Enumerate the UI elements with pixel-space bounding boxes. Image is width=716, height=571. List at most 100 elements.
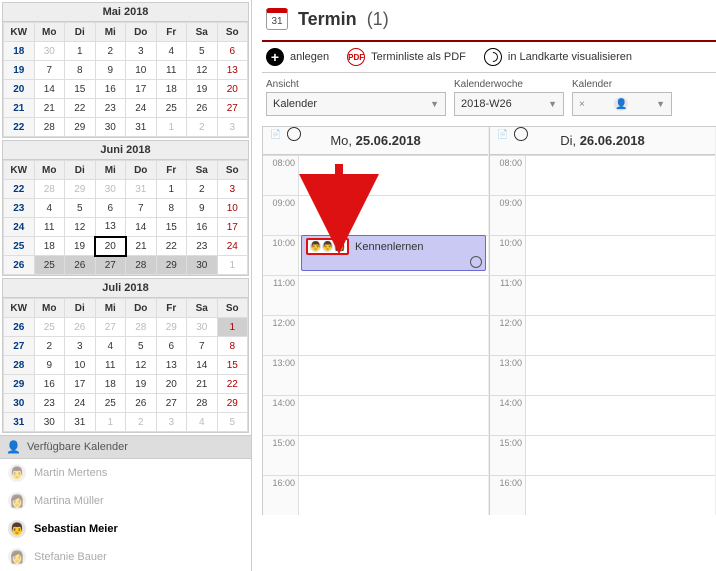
day-cell[interactable]: 13 xyxy=(156,356,187,375)
time-slot[interactable] xyxy=(299,396,488,435)
time-slot[interactable] xyxy=(299,156,488,195)
day-cell[interactable]: 14 xyxy=(126,218,157,237)
day-cell[interactable]: 13 xyxy=(217,61,248,80)
day-cell[interactable]: 9 xyxy=(187,199,218,218)
day-cell[interactable]: 28 xyxy=(34,118,65,137)
map-visualize-button[interactable]: in Landkarte visualisieren xyxy=(484,48,632,66)
day-cell[interactable]: 31 xyxy=(65,413,96,432)
day-cell[interactable]: 21 xyxy=(126,237,157,256)
day-cell[interactable]: 9 xyxy=(95,61,126,80)
weeknum-cell[interactable]: 19 xyxy=(4,61,35,80)
day-cell[interactable]: 6 xyxy=(217,42,248,61)
day-cell[interactable]: 27 xyxy=(95,256,126,275)
day-cell[interactable]: 30 xyxy=(187,318,218,337)
day-cell[interactable]: 3 xyxy=(126,42,157,61)
day-cell[interactable]: 1 xyxy=(95,413,126,432)
day-cell[interactable]: 5 xyxy=(126,337,157,356)
day-cell[interactable]: 3 xyxy=(65,337,96,356)
day-cell[interactable]: 20 xyxy=(95,237,126,256)
day-cell[interactable]: 18 xyxy=(95,375,126,394)
ansicht-select[interactable]: Kalender ▼ xyxy=(266,92,446,116)
day-cell[interactable]: 30 xyxy=(187,256,218,275)
hour-row[interactable]: 09:00 xyxy=(490,195,715,235)
day-cell[interactable]: 1 xyxy=(217,256,248,275)
day-cell[interactable]: 2 xyxy=(34,337,65,356)
day-cell[interactable]: 4 xyxy=(95,337,126,356)
weeknum-cell[interactable]: 26 xyxy=(4,256,35,275)
day-cell[interactable]: 17 xyxy=(126,80,157,99)
day-cell[interactable]: 24 xyxy=(217,237,248,256)
day-cell[interactable]: 26 xyxy=(65,256,96,275)
day-cell[interactable]: 8 xyxy=(156,199,187,218)
day-cell[interactable]: 19 xyxy=(126,375,157,394)
day-cell[interactable]: 3 xyxy=(217,180,248,199)
day-cell[interactable]: 22 xyxy=(65,99,96,118)
time-slot[interactable] xyxy=(299,436,488,475)
time-slot[interactable] xyxy=(299,276,488,315)
hour-row[interactable]: 13:00 xyxy=(263,355,488,395)
day-cell[interactable]: 2 xyxy=(187,180,218,199)
day-cell[interactable]: 20 xyxy=(156,375,187,394)
globe-icon[interactable] xyxy=(514,127,528,141)
hour-row[interactable]: 16:00 xyxy=(490,475,715,515)
day-cell[interactable]: 14 xyxy=(187,356,218,375)
time-slot[interactable] xyxy=(526,476,715,515)
day-cell[interactable]: 21 xyxy=(187,375,218,394)
day-cell[interactable]: 7 xyxy=(34,61,65,80)
time-slot[interactable] xyxy=(299,476,488,515)
weeknum-cell[interactable]: 22 xyxy=(4,118,35,137)
day-cell[interactable]: 1 xyxy=(156,118,187,137)
hour-row[interactable]: 12:00 xyxy=(263,315,488,355)
hour-row[interactable]: 11:00 xyxy=(490,275,715,315)
hour-row[interactable]: 14:00 xyxy=(263,395,488,435)
globe-icon[interactable] xyxy=(287,127,301,141)
available-calendar-item[interactable]: 👨Martin Mertens xyxy=(0,459,251,487)
day-cell[interactable]: 25 xyxy=(34,256,65,275)
day-cell[interactable]: 12 xyxy=(126,356,157,375)
day-cell[interactable]: 31 xyxy=(126,118,157,137)
day-cell[interactable]: 25 xyxy=(95,394,126,413)
hour-row[interactable]: 11:00 xyxy=(263,275,488,315)
time-slot[interactable] xyxy=(526,396,715,435)
day-cell[interactable]: 2 xyxy=(187,118,218,137)
new-event-button[interactable]: + anlegen xyxy=(266,48,329,66)
day-cell[interactable]: 7 xyxy=(126,199,157,218)
day-cell[interactable]: 24 xyxy=(126,99,157,118)
day-cell[interactable]: 16 xyxy=(34,375,65,394)
day-cell[interactable]: 10 xyxy=(65,356,96,375)
time-slot[interactable] xyxy=(299,196,488,235)
time-slot[interactable] xyxy=(526,276,715,315)
time-slot[interactable] xyxy=(526,436,715,475)
day-cell[interactable]: 19 xyxy=(65,237,96,256)
day-cell[interactable]: 29 xyxy=(156,256,187,275)
day-cell[interactable]: 28 xyxy=(34,180,65,199)
weeknum-cell[interactable]: 23 xyxy=(4,199,35,218)
weeknum-cell[interactable]: 29 xyxy=(4,375,35,394)
day-cell[interactable]: 4 xyxy=(187,413,218,432)
day-cell[interactable]: 23 xyxy=(34,394,65,413)
day-cell[interactable]: 1 xyxy=(156,180,187,199)
day-cell[interactable]: 29 xyxy=(217,394,248,413)
weeknum-cell[interactable]: 25 xyxy=(4,237,35,256)
day-cell[interactable]: 1 xyxy=(65,42,96,61)
weeknum-cell[interactable]: 27 xyxy=(4,337,35,356)
day-cell[interactable]: 15 xyxy=(217,356,248,375)
hour-row[interactable]: 16:00 xyxy=(263,475,488,515)
pdf-icon[interactable]: 📄 xyxy=(269,127,283,141)
day-cell[interactable]: 1 xyxy=(217,318,248,337)
day-cell[interactable]: 8 xyxy=(65,61,96,80)
day-cell[interactable]: 10 xyxy=(217,199,248,218)
day-cell[interactable]: 28 xyxy=(126,256,157,275)
day-cell[interactable]: 20 xyxy=(217,80,248,99)
day-cell[interactable]: 4 xyxy=(156,42,187,61)
day-cell[interactable]: 25 xyxy=(156,99,187,118)
time-slot[interactable] xyxy=(299,316,488,355)
calendar-event[interactable]: 👨👨👩Kennenlernen xyxy=(301,235,486,271)
day-cell[interactable]: 8 xyxy=(217,337,248,356)
day-cell[interactable]: 17 xyxy=(65,375,96,394)
hour-row[interactable]: 08:00 xyxy=(263,155,488,195)
day-cell[interactable]: 28 xyxy=(187,394,218,413)
day-cell[interactable]: 18 xyxy=(34,237,65,256)
day-cell[interactable]: 18 xyxy=(156,80,187,99)
day-cell[interactable]: 22 xyxy=(156,237,187,256)
